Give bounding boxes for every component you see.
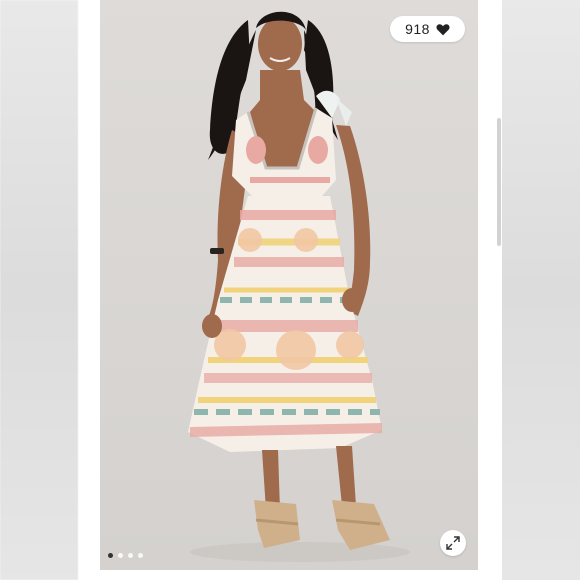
expand-arrows-icon [446, 536, 460, 550]
scrollbar[interactable] [497, 118, 501, 246]
like-count: 918 [405, 21, 430, 37]
like-button[interactable]: 918 [390, 16, 465, 42]
next-listing-preview [502, 0, 580, 580]
carousel-dot[interactable] [118, 553, 123, 558]
heart-icon [436, 23, 450, 35]
carousel-indicator [108, 553, 143, 558]
previous-listing-preview [0, 0, 78, 580]
carousel-dot[interactable] [128, 553, 133, 558]
product-photo[interactable] [100, 0, 478, 570]
carousel-dot[interactable] [138, 553, 143, 558]
model-in-dress-illustration [100, 0, 478, 570]
expand-image-button[interactable] [440, 530, 466, 556]
carousel-dot[interactable] [108, 553, 113, 558]
